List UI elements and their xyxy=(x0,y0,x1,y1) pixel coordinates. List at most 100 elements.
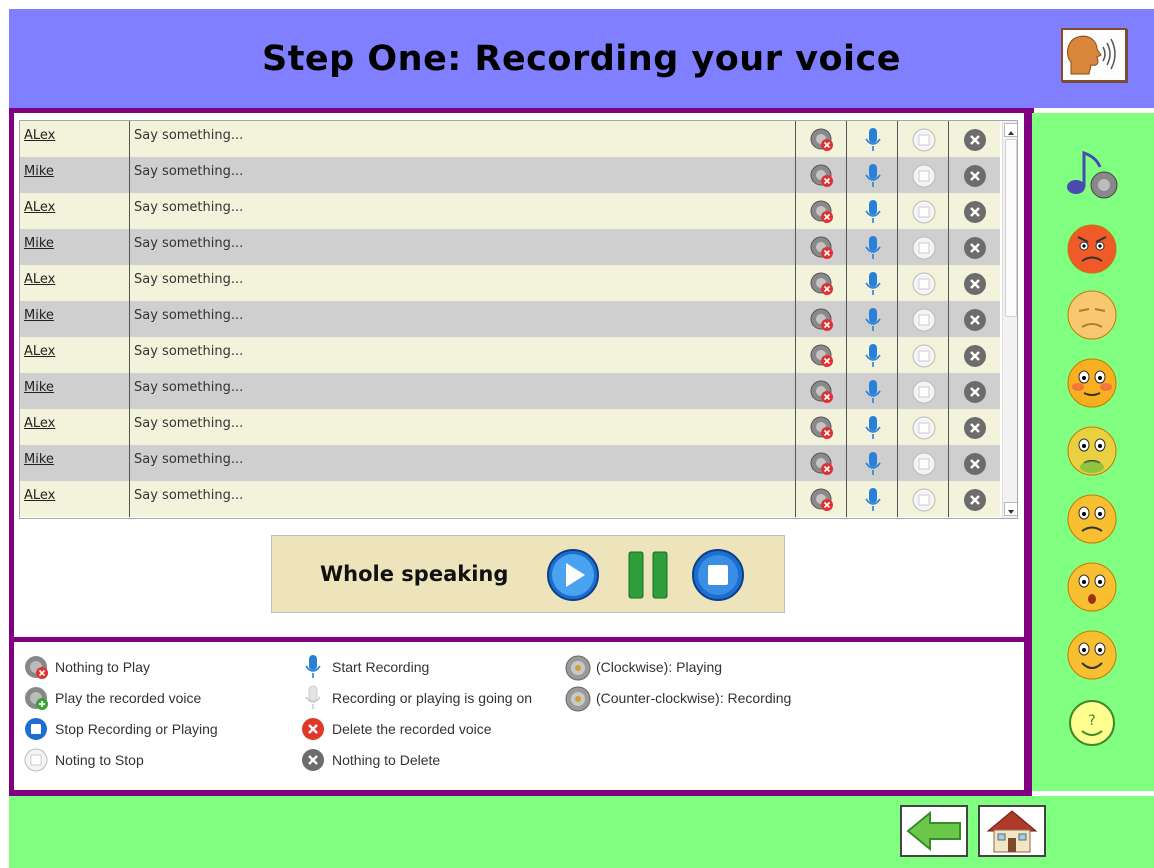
stop-button[interactable] xyxy=(898,373,949,409)
record-button[interactable] xyxy=(847,409,898,445)
delete-button[interactable] xyxy=(949,157,1000,193)
record-button[interactable] xyxy=(847,157,898,193)
play-button[interactable] xyxy=(796,373,847,409)
table-row: Mike Say something... xyxy=(20,157,1000,193)
play-button[interactable] xyxy=(796,157,847,193)
delete-button[interactable] xyxy=(949,373,1000,409)
sad-face-icon[interactable] xyxy=(1064,491,1120,551)
record-button[interactable] xyxy=(847,229,898,265)
speaker-name-link[interactable]: Mike xyxy=(24,380,54,395)
speech-text-cell[interactable]: Say something... xyxy=(130,229,796,265)
delete-button[interactable] xyxy=(949,265,1000,301)
speech-text[interactable]: Say something... xyxy=(134,488,243,503)
delete-button[interactable] xyxy=(949,481,1000,517)
happy-face-icon[interactable] xyxy=(1064,627,1120,687)
stop-button[interactable] xyxy=(898,481,949,517)
angry-face-icon[interactable] xyxy=(1064,221,1120,281)
scroll-up-button[interactable] xyxy=(1004,123,1017,137)
play-button[interactable] xyxy=(796,337,847,373)
stop-button[interactable] xyxy=(898,121,949,157)
legend-label: (Counter-clockwise): Recording xyxy=(596,690,792,706)
music-note-icon[interactable] xyxy=(1062,145,1122,205)
delete-button[interactable] xyxy=(949,409,1000,445)
play-button[interactable] xyxy=(796,229,847,265)
stop-button[interactable] xyxy=(898,193,949,229)
delete-button[interactable] xyxy=(949,337,1000,373)
disgusted-face-icon[interactable] xyxy=(1064,287,1120,347)
delete-button[interactable] xyxy=(949,193,1000,229)
speech-text[interactable]: Say something... xyxy=(134,164,243,179)
sick-face-icon[interactable] xyxy=(1064,423,1120,483)
stop-button[interactable] xyxy=(898,301,949,337)
speaker-name-link[interactable]: ALex xyxy=(24,416,55,431)
scrollbar[interactable] xyxy=(1002,121,1017,518)
speech-text-cell[interactable]: Say something... xyxy=(130,121,796,157)
record-button[interactable] xyxy=(847,265,898,301)
record-button[interactable] xyxy=(847,121,898,157)
record-button[interactable] xyxy=(847,373,898,409)
stop-button[interactable] xyxy=(898,229,949,265)
pause-icon[interactable] xyxy=(626,550,670,600)
speech-text-cell[interactable]: Say something... xyxy=(130,337,796,373)
speech-text[interactable]: Say something... xyxy=(134,200,243,215)
scroll-thumb[interactable] xyxy=(1005,139,1017,317)
stop-button[interactable] xyxy=(898,409,949,445)
speech-text-cell[interactable]: Say something... xyxy=(130,193,796,229)
speech-text[interactable]: Say something... xyxy=(134,380,243,395)
back-button[interactable] xyxy=(900,805,968,857)
stop-button[interactable] xyxy=(898,445,949,481)
speech-text[interactable]: Say something... xyxy=(134,236,243,251)
delete-button[interactable] xyxy=(949,121,1000,157)
speech-text-cell[interactable]: Say something... xyxy=(130,445,796,481)
surprised-face-icon[interactable] xyxy=(1064,559,1120,619)
speech-text-cell[interactable]: Say something... xyxy=(130,373,796,409)
stop-button[interactable] xyxy=(898,265,949,301)
speech-text-cell[interactable]: Say something... xyxy=(130,481,796,517)
speaker-name-cell: Mike xyxy=(20,373,130,409)
speaker-name-link[interactable]: Mike xyxy=(24,452,54,467)
stop-button[interactable] xyxy=(898,337,949,373)
speaker-name-link[interactable]: Mike xyxy=(24,164,54,179)
stop-icon[interactable] xyxy=(691,548,745,602)
record-button[interactable] xyxy=(847,337,898,373)
scroll-down-button[interactable] xyxy=(1004,502,1017,516)
record-button[interactable] xyxy=(847,193,898,229)
play-button[interactable] xyxy=(796,481,847,517)
speech-text[interactable]: Say something... xyxy=(134,344,243,359)
speaker-name-link[interactable]: Mike xyxy=(24,308,54,323)
home-button[interactable] xyxy=(978,805,1046,857)
speech-text-cell[interactable]: Say something... xyxy=(130,157,796,193)
speaker-name-link[interactable]: ALex xyxy=(24,128,55,143)
speech-text[interactable]: Say something... xyxy=(134,416,243,431)
speech-text[interactable]: Say something... xyxy=(134,272,243,287)
speaker-name-cell: ALex xyxy=(20,121,130,157)
blushing-face-icon[interactable] xyxy=(1064,355,1120,415)
delete-button[interactable] xyxy=(949,229,1000,265)
speech-text[interactable]: Say something... xyxy=(134,128,243,143)
stop-button[interactable] xyxy=(898,157,949,193)
record-button[interactable] xyxy=(847,445,898,481)
speaker-button[interactable] xyxy=(1061,28,1127,82)
speech-text-cell[interactable]: Say something... xyxy=(130,265,796,301)
speech-text-cell[interactable]: Say something... xyxy=(130,409,796,445)
speaker-name-link[interactable]: ALex xyxy=(24,272,55,287)
delete-button[interactable] xyxy=(949,445,1000,481)
question-face-icon[interactable]: ? xyxy=(1064,695,1120,755)
speech-text-cell[interactable]: Say something... xyxy=(130,301,796,337)
speech-text[interactable]: Say something... xyxy=(134,452,243,467)
speech-text[interactable]: Say something... xyxy=(134,308,243,323)
record-button[interactable] xyxy=(847,301,898,337)
play-button[interactable] xyxy=(796,301,847,337)
play-button[interactable] xyxy=(796,265,847,301)
delete-button[interactable] xyxy=(949,301,1000,337)
play-button[interactable] xyxy=(796,193,847,229)
speaker-name-link[interactable]: Mike xyxy=(24,236,54,251)
play-button[interactable] xyxy=(796,121,847,157)
play-button[interactable] xyxy=(796,409,847,445)
play-icon[interactable] xyxy=(546,548,600,602)
speaker-name-link[interactable]: ALex xyxy=(24,488,55,503)
play-button[interactable] xyxy=(796,445,847,481)
record-button[interactable] xyxy=(847,481,898,517)
speaker-name-link[interactable]: ALex xyxy=(24,200,55,215)
speaker-name-link[interactable]: ALex xyxy=(24,344,55,359)
